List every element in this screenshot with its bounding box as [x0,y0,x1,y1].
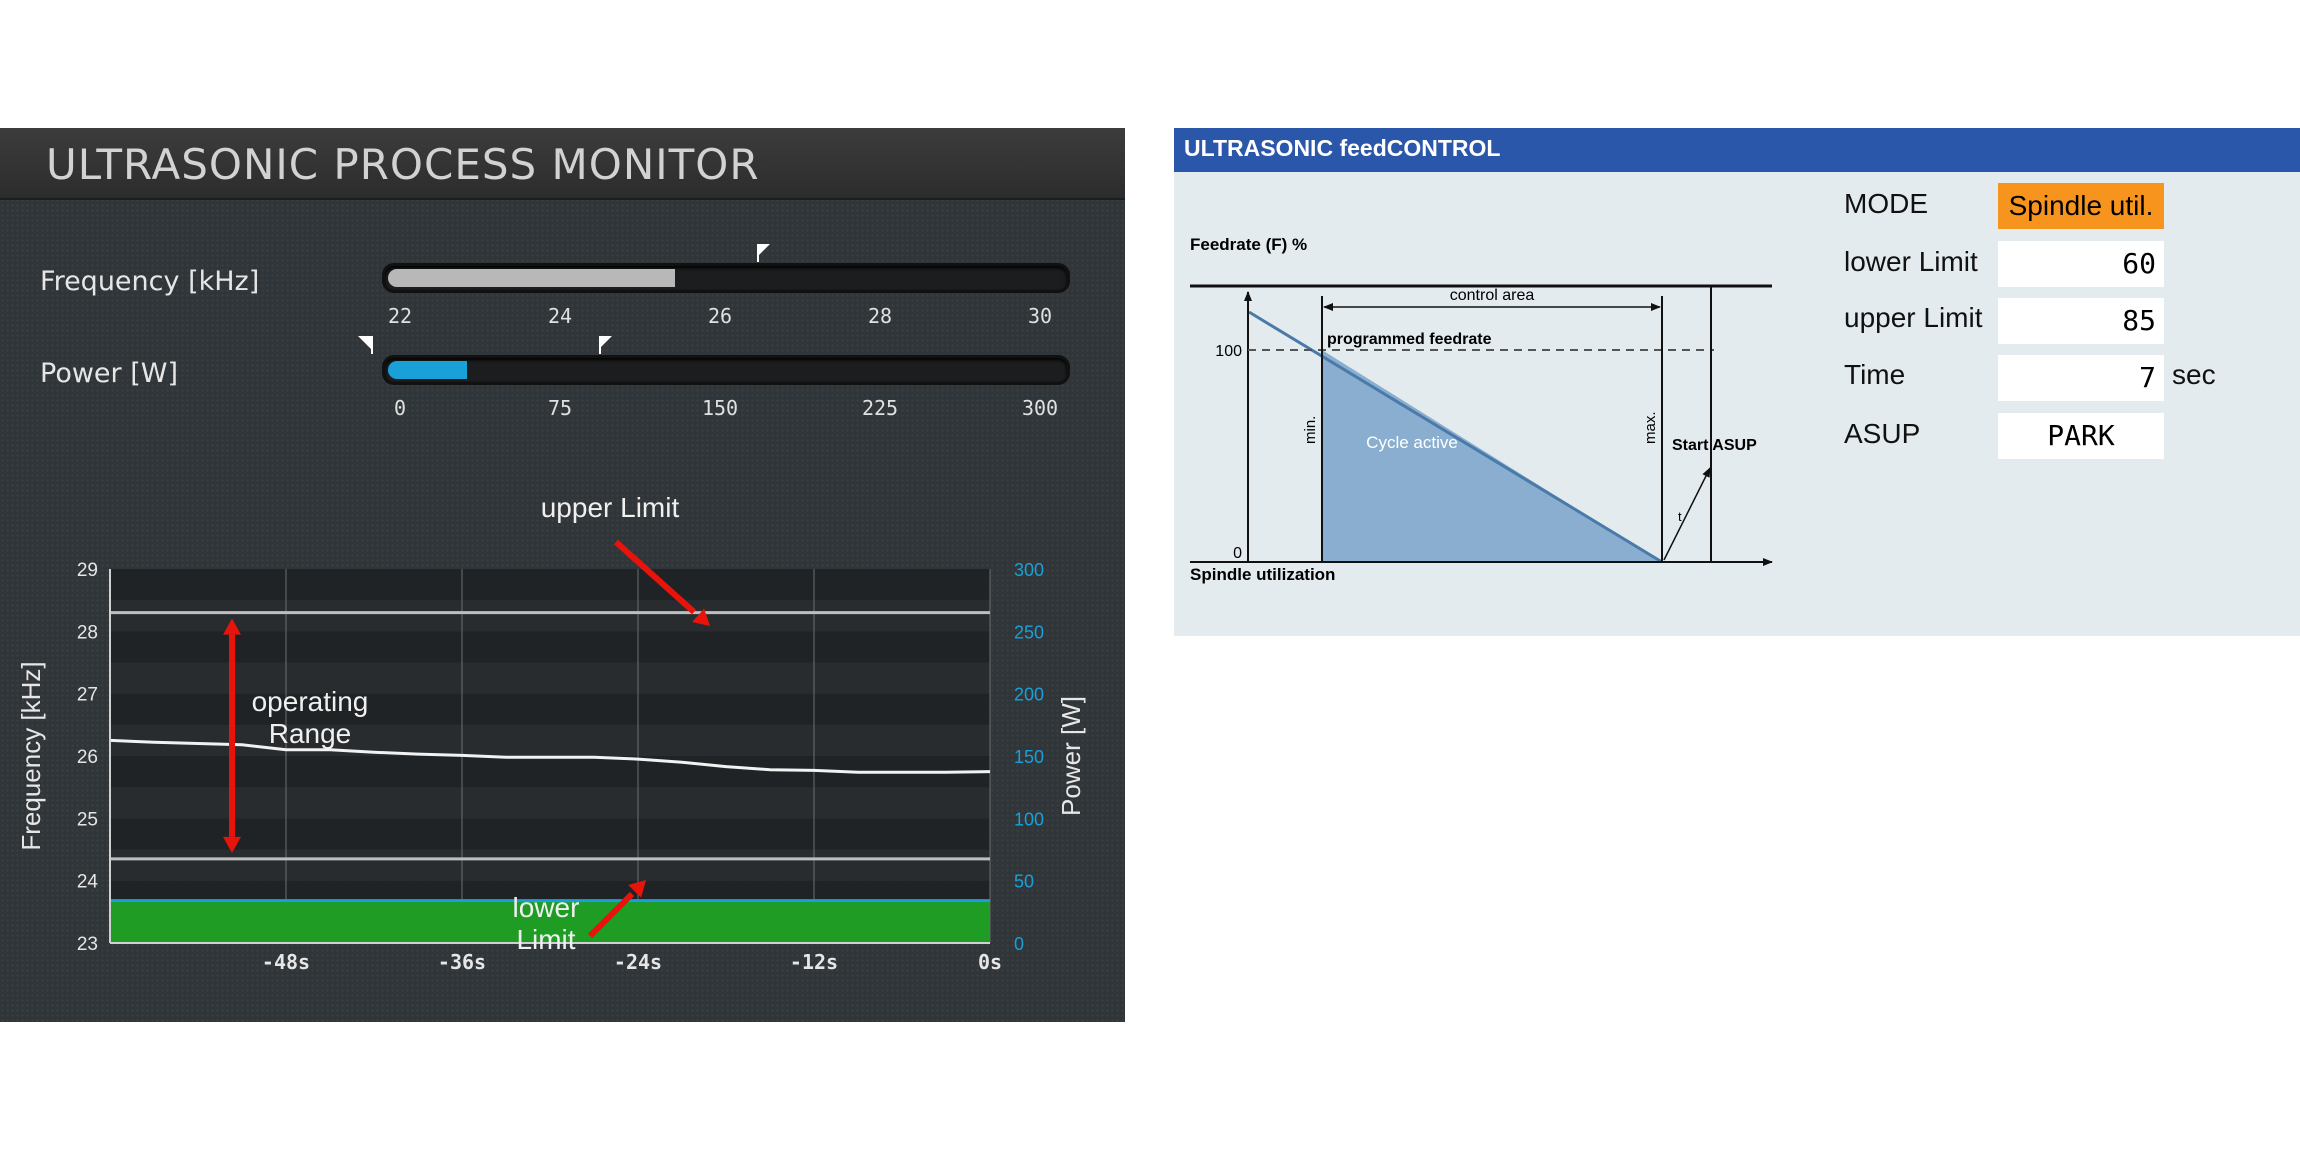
y-tick-label: 27 [77,685,98,706]
chart-band [110,849,990,881]
operating-range-annotation: operating Range [230,686,390,750]
programmed-feedrate-label: programmed feedrate [1327,331,1492,348]
y2-tick-label: 200 [1014,685,1044,705]
y-tick-label: 24 [77,872,99,893]
operating-range-line1: operating [251,686,369,717]
time-unit-label: sec [2172,359,2216,390]
y2-tick-label: 300 [1014,560,1044,580]
y2-tick-label: 150 [1014,747,1044,767]
upper-limit-annotation: upper Limit [540,492,680,523]
lower-limit-line1: lower [512,892,580,923]
chart-band [110,569,990,601]
mode-select[interactable]: Spindle util. [1998,183,2164,229]
x-tick-label: -48s [262,950,310,974]
y-axis-title: Frequency [kHz] [16,661,46,850]
lower-limit-label: lower Limit [1844,246,1978,277]
lower-limit-line2: Limit [516,924,576,955]
x-tick-label: -12s [790,950,838,974]
upper-limit-label: upper Limit [1844,302,1983,333]
y2-tick-label: 250 [1014,622,1044,642]
y2-tick-label: 100 [1014,809,1044,829]
mode-label: MODE [1844,188,1928,219]
chart-band [110,631,990,663]
y2-tick-label: 0 [1014,934,1024,954]
y-tick-label: 23 [77,934,98,955]
start-asup-label: Start ASUP [1672,437,1757,454]
time-label: Time [1844,359,1906,390]
y-100-label: 100 [1215,343,1242,360]
feedrate-axis-label: Feedrate (F) % [1190,235,1307,254]
y-tick-label: 25 [77,809,98,830]
upper-limit-field[interactable]: 85 [1998,298,2164,344]
control-area-label: control area [1450,287,1535,304]
lower-limit-field[interactable]: 60 [1998,241,2164,287]
y-0-label: 0 [1233,545,1242,562]
y-tick-label: 28 [77,622,98,643]
min-label: min. [1302,416,1319,444]
x-tick-label: 0s [978,950,1002,974]
chart-band [110,787,990,819]
chart-band [110,600,990,632]
y2-axis-title: Power [W] [1056,696,1086,816]
operating-range-line2: Range [268,718,352,749]
lower-limit-annotation: lower Limit [466,892,626,956]
time-field[interactable]: 7 [1998,355,2164,401]
y-tick-label: 29 [77,560,98,581]
spindle-axis-label: Spindle utilization [1190,565,1335,584]
asup-field[interactable]: PARK [1998,413,2164,459]
max-label: max. [1642,411,1659,444]
process-monitor-panel: ULTRASONIC PROCESS MONITOR Frequency [kH… [0,128,1125,1022]
y-tick-label: 26 [77,747,98,768]
feedcontrol-diagram: Feedrate (F) % Spindle utilization 100 0… [1190,235,1773,584]
chart-band [110,818,990,850]
cycle-active-label: Cycle active [1366,433,1458,452]
time-t-label: t [1678,509,1682,524]
feedcontrol-panel: ULTRASONIC feedCONTROL Feedrate (F) % Sp… [1174,128,2300,636]
time-arrow [1663,467,1711,561]
asup-label: ASUP [1844,418,1921,449]
frequency-power-trend-chart: -48s -36s -24s -12s 0s2324252627282905010015… [16,539,1086,974]
feedcontrol-title: ULTRASONIC feedCONTROL [1184,135,1501,161]
y2-tick-label: 50 [1014,872,1034,892]
